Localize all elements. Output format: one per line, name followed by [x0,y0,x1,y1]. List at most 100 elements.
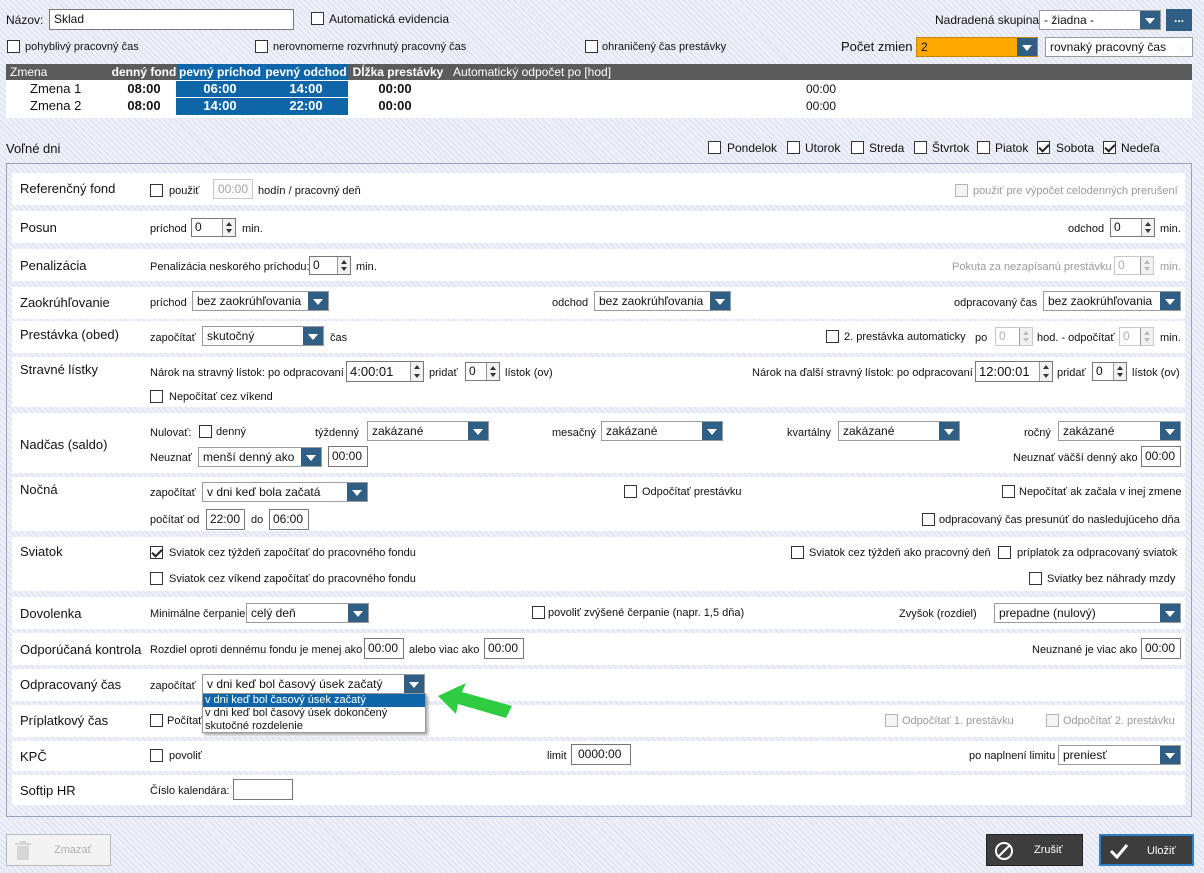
surcharge-sub1-checkbox[interactable] [885,714,898,727]
overtime-ignore-time-input[interactable]: 00:00 [328,446,368,467]
flex-time-checkbox[interactable] [7,40,20,53]
name-input[interactable]: Sklad [49,9,294,30]
second-break-checkbox[interactable] [826,330,839,343]
holiday-no-comp-checkbox[interactable] [1029,572,1042,585]
vacation-section: Dovolenka Minimálne čerpanie celý deň po… [12,597,1185,629]
overtime-yearly-select[interactable]: zakázané [1058,421,1181,441]
check-unrecog-input[interactable]: 00:00 [1141,638,1181,659]
meal-next-stepper[interactable]: 12:00:01 [975,361,1053,382]
overtime-quarterly-select[interactable]: zakázané [838,421,960,441]
vacation-increased-checkbox[interactable] [532,606,545,619]
section-title: Odporúčaná kontrola [20,642,142,657]
day-thursday-checkbox[interactable] [914,141,927,154]
col-break-length: Dĺžka prestávky [352,65,444,79]
more-button[interactable]: ... [1166,9,1192,31]
night-move-checkbox[interactable] [922,513,935,526]
penalty-fine-stepper[interactable]: 0 [1114,256,1154,275]
section-title: Stravné lístky [20,362,99,377]
holiday-bonus-checkbox[interactable] [998,546,1011,559]
night-count-select[interactable]: v dni keď bola začatá [202,482,368,502]
vacation-min-select[interactable]: celý deň [246,603,369,623]
offset-section: Posun príchod 0 min. odchod 0 min. [12,211,1185,243]
worked-count-select[interactable]: v dni keď bol časový úsek začatý [202,674,425,694]
section-title: Posun [20,220,57,235]
ref-fund-hours-input[interactable]: 00:00 [213,179,253,199]
dropdown-option-started[interactable]: v dni keď bol časový úsek začatý [203,694,425,707]
section-title: Dovolenka [20,606,82,621]
section-title: Príplatkový čas [20,713,109,728]
offset-arrival-stepper[interactable]: 0 [191,218,236,237]
vacation-rest-select[interactable]: prepadne (nulový) [994,603,1181,623]
check-less-input[interactable]: 00:00 [364,638,404,659]
chevron-down-icon [1160,604,1180,622]
limited-break-checkbox[interactable] [585,40,598,53]
shift-count-select[interactable]: 2 [916,37,1038,57]
green-arrow-icon [438,683,512,718]
penalty-section: Penalizácia Penalizácia neskorého prícho… [12,249,1185,281]
day-sunday-checkbox[interactable] [1103,141,1116,154]
dropdown-option-actual[interactable]: skutočné rozdelenie [203,720,425,733]
holiday-weekend-fund-checkbox[interactable] [150,572,163,585]
meal-add-stepper[interactable]: 0 [465,362,500,381]
kpc-limit-input[interactable]: 0000:00 [571,744,631,765]
meal-weekend-checkbox[interactable] [150,390,163,403]
softip-calendar-input[interactable] [233,779,293,800]
day-wednesday-checkbox[interactable] [851,141,864,154]
section-title: Softip HR [20,783,76,798]
offset-departure-stepper[interactable]: 0 [1110,218,1155,237]
auto-evidence-checkbox[interactable] [311,12,324,25]
rounding-arrival-select[interactable]: bez zaokrúhľovania [192,291,329,311]
section-title: Nočná [20,482,58,497]
shift-table-header: Zmena denný fond pevný príchod pevný odc… [6,64,1192,80]
chevron-down-icon [1160,746,1180,764]
holiday-week-fund-checkbox[interactable] [150,546,163,559]
chevron-down-icon [303,327,323,345]
second-break-subtract-stepper[interactable]: 0 [1119,327,1154,346]
penalty-late-stepper[interactable]: 0 [309,256,351,275]
overtime-weekly-select[interactable]: zakázané [367,421,489,441]
day-monday-checkbox[interactable] [708,141,721,154]
night-from-input[interactable]: 22:00 [206,509,245,530]
night-to-input[interactable]: 06:00 [269,509,309,530]
night-not-other-checkbox[interactable] [1002,485,1015,498]
chevron-down-icon [939,422,959,440]
surcharge-sub2-checkbox[interactable] [1046,714,1059,727]
meal-claim-stepper[interactable]: 4:00:01 [346,361,424,382]
delete-button[interactable]: Zmazať [6,834,111,866]
kpc-section: KPČ povoliť limit 0000:00 po naplnení li… [12,741,1185,771]
overtime-section: Nadčas (saldo) Nulovať: denný týždenný z… [12,413,1185,473]
rounding-section: Zaokrúhľovanie príchod bez zaokrúhľovani… [12,287,1185,319]
night-subtract-break-checkbox[interactable] [624,485,637,498]
chevron-down-icon [301,448,321,466]
check-more-input[interactable]: 00:00 [484,638,524,659]
day-tuesday-checkbox[interactable] [787,141,800,154]
time-type-select[interactable]: rovnaký pracovný čas [1045,37,1193,57]
day-saturday-checkbox[interactable] [1037,141,1050,154]
meal-add2-stepper[interactable]: 0 [1092,362,1127,381]
rounding-worked-select[interactable]: bez zaokrúhľovania [1043,291,1181,311]
ref-fund-use-checkbox[interactable] [150,184,163,197]
uneven-time-checkbox[interactable] [255,40,268,53]
col-auto-deduct: Automatický odpočet po [hod] [452,65,612,79]
overtime-daily-checkbox[interactable] [199,425,212,438]
day-friday-checkbox[interactable] [977,141,990,154]
chevron-down-icon [702,422,722,440]
cancel-icon [995,842,1013,860]
parent-group-select[interactable]: - žiadna - [1039,10,1161,30]
overtime-ignore-more-input[interactable]: 00:00 [1141,446,1181,467]
surcharge-count-checkbox[interactable] [150,714,163,727]
ref-fund-interruption-checkbox[interactable] [955,184,968,197]
overtime-monthly-select[interactable]: zakázané [601,421,723,441]
second-break-after-stepper[interactable]: 0 [995,327,1033,346]
save-button[interactable]: Uložiť [1099,834,1194,866]
kpc-after-select[interactable]: preniesť [1058,745,1181,765]
overtime-ignore-select[interactable]: menší denný ako [198,447,322,467]
rounding-departure-select[interactable]: bez zaokrúhľovania [594,291,731,311]
kpc-allow-checkbox[interactable] [150,749,163,762]
holiday-week-work-checkbox[interactable] [791,546,804,559]
section-title: Prestávka (obed) [20,327,119,342]
lunch-count-select[interactable]: skutočný [202,326,324,346]
cancel-button[interactable]: Zrušiť [986,834,1083,866]
dropdown-option-finished[interactable]: v dni keď bol časový úsek dokončený [203,707,425,720]
check-section: Odporúčaná kontrola Rozdiel oproti denné… [12,633,1185,665]
